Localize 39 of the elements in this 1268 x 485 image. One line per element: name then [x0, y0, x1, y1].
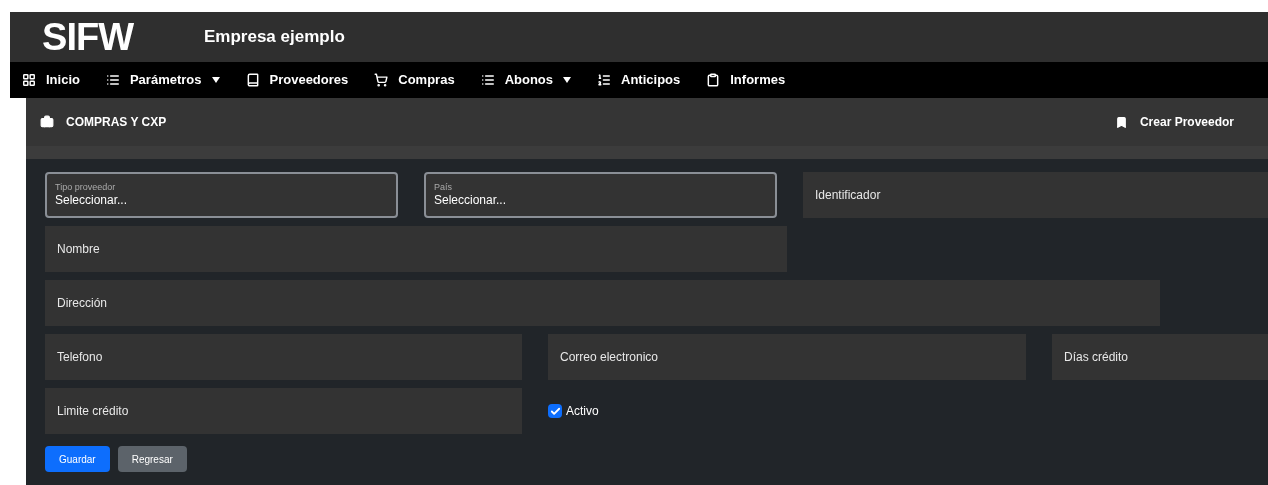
bookmark-icon [1114, 115, 1128, 129]
logo: SIFW [42, 18, 135, 56]
clipboard-icon [706, 73, 721, 87]
field-label: Tipo proveedor [55, 181, 117, 194]
input-field[interactable]: Limite crédito [45, 388, 522, 434]
nav-item[interactable]: Compras [374, 70, 455, 90]
briefcase-icon [40, 115, 54, 129]
nav-item[interactable]: Proveedores [245, 70, 349, 90]
list-icon [105, 73, 120, 87]
section-title: COMPRAS Y CXP [66, 114, 167, 131]
list-icon [480, 73, 495, 87]
field-value: Seleccionar... [55, 193, 129, 209]
create-supplier-link[interactable]: Crear Proveedor [1114, 113, 1234, 131]
book-icon [245, 73, 260, 87]
nav-item[interactable]: Informes [706, 70, 786, 90]
checkbox[interactable] [548, 404, 562, 418]
grid-icon [22, 73, 36, 87]
nav-item[interactable]: Inicio [22, 70, 80, 90]
input-field[interactable]: Nombre [45, 226, 787, 272]
caret-icon [211, 77, 220, 83]
input-field[interactable]: Dirección [45, 280, 1160, 326]
input-field[interactable]: Correo electronico [548, 334, 1026, 380]
cart-icon [374, 73, 389, 87]
field-label: País [434, 181, 453, 194]
select-field[interactable]: Tipo proveedor Seleccionar... [45, 172, 398, 218]
nav-item[interactable]: Anticipos [597, 70, 681, 90]
company-name: Empresa ejemplo [204, 26, 345, 49]
select-field[interactable]: País Seleccionar... [424, 172, 777, 218]
input-field[interactable]: Identificador [803, 172, 1268, 218]
input-field[interactable]: Telefono [45, 334, 522, 380]
checkbox-label: Activo [566, 403, 599, 420]
list-icon [597, 73, 611, 87]
save-button[interactable]: Guardar [45, 446, 110, 472]
caret-icon [563, 77, 571, 83]
back-button[interactable]: Regresar [117, 446, 187, 472]
field-value: Seleccionar... [434, 193, 508, 209]
input-field[interactable]: Días crédito [1052, 334, 1268, 380]
nav-item[interactable]: Parámetros [105, 70, 220, 90]
nav-item[interactable]: Abonos [480, 70, 571, 90]
